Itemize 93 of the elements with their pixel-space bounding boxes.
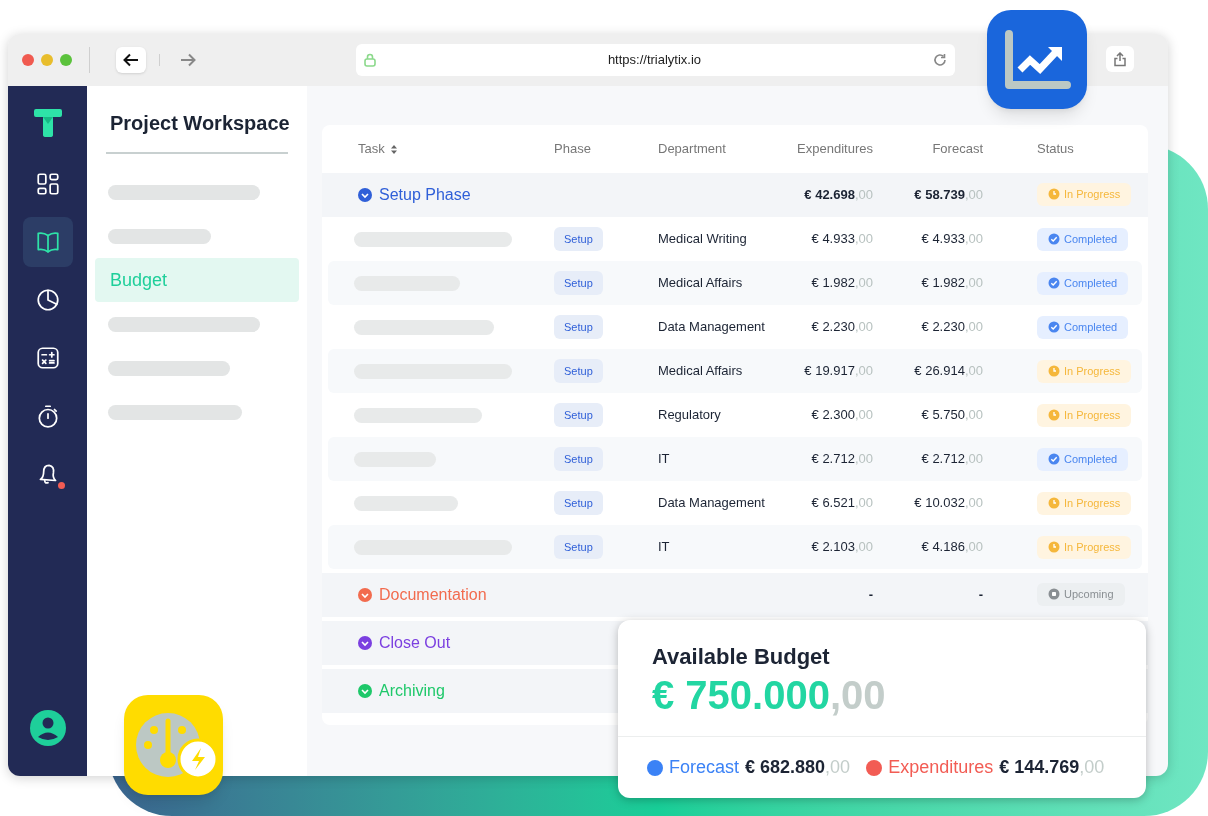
table-cell-text: € 2.300,00 <box>810 406 873 425</box>
table-cell-text: € 58.739,00 <box>913 186 983 205</box>
share-icon <box>1113 51 1127 67</box>
phase-tag: Setup <box>554 270 603 296</box>
legend-label: Expenditures <box>888 756 994 779</box>
budget-title: Available Budget <box>652 643 831 671</box>
table-cell-text: IT <box>658 450 671 469</box>
clock-icon <box>1048 409 1060 421</box>
table-cell-text: € 2.712,00 <box>810 450 873 469</box>
status-text: In Progress <box>1064 539 1121 555</box>
table-cell-text: - <box>867 586 873 605</box>
status-text: In Progress <box>1064 187 1121 202</box>
status-text: In Progress <box>1064 363 1121 379</box>
dashboard-icon <box>34 171 61 197</box>
clock-icon <box>1048 188 1060 201</box>
growth-chart-icon <box>1003 28 1071 91</box>
table-cell-text: € 1.982,00 <box>920 274 983 293</box>
user-avatar-icon[interactable] <box>29 710 66 746</box>
phase-tag: Setup <box>554 226 603 252</box>
phase-tag: Setup <box>554 314 603 340</box>
column-header: Status <box>1037 140 1074 159</box>
check-icon <box>1048 233 1060 245</box>
table-cell-text: - <box>977 586 983 605</box>
clock-icon <box>1048 365 1060 377</box>
table-cell-text: Regulatory <box>658 406 722 425</box>
lock-icon <box>364 53 376 67</box>
chevron-icon[interactable] <box>358 588 372 602</box>
table-cell-text: Medical Writing <box>658 230 748 249</box>
stop-icon <box>1048 588 1060 601</box>
table-cell-text: € 4.933,00 <box>920 230 983 249</box>
table-cell-text: € 1.982,00 <box>810 274 873 293</box>
table-cell-text: € 2.230,00 <box>920 318 983 337</box>
chevron-icon[interactable] <box>358 188 372 202</box>
column-header: Phase <box>554 140 591 159</box>
phase-tag: Setup <box>554 358 603 384</box>
status-text: Completed <box>1064 275 1118 291</box>
clock-icon <box>1048 497 1060 509</box>
table-cell-text: Medical Affairs <box>658 274 744 293</box>
phase-tag: Setup <box>554 534 603 560</box>
table-cell-text: € 4.186,00 <box>920 538 983 557</box>
reload-icon[interactable] <box>933 53 947 67</box>
check-icon <box>1048 321 1060 333</box>
table-cell-text: € 19.917,00 <box>803 362 873 381</box>
table-cell-text: € 2.230,00 <box>810 318 873 337</box>
legend-label: Forecast <box>669 756 740 779</box>
status-text: Completed <box>1064 231 1118 247</box>
close-window-icon[interactable] <box>22 54 34 66</box>
phase-tag: Setup <box>554 402 603 428</box>
status-text: Completed <box>1064 451 1118 467</box>
table-cell-text: Medical Affairs <box>658 362 744 381</box>
table-cell-text: € 2.103,00 <box>810 538 873 557</box>
table-cell-text: € 5.750,00 <box>920 406 983 425</box>
column-header[interactable]: Task <box>358 139 385 159</box>
status-text: Completed <box>1064 319 1118 335</box>
sort-icon[interactable] <box>390 144 397 154</box>
forward-arrow-icon[interactable] <box>180 53 196 67</box>
check-icon <box>1048 453 1060 465</box>
check-icon <box>1048 277 1060 289</box>
budget-amount: € 750.000,00 <box>652 672 887 718</box>
table-cell-text: € 6.521,00 <box>810 494 873 513</box>
column-header: Department <box>658 140 726 159</box>
back-button[interactable] <box>116 47 146 73</box>
share-button[interactable] <box>1106 46 1134 72</box>
column-header: Forecast <box>932 140 983 159</box>
group-title[interactable]: Setup Phase <box>379 183 471 207</box>
phase-tag: Setup <box>554 446 603 472</box>
table-cell-text: € 4.933,00 <box>810 230 873 249</box>
status-text: Upcoming <box>1064 587 1114 602</box>
pie-icon <box>34 287 61 313</box>
calculator-icon <box>34 345 61 371</box>
url-text: https://trialytix.io <box>606 51 703 70</box>
column-header: Expenditures <box>797 140 873 159</box>
table-cell-text: € 42.698,00 <box>803 186 873 205</box>
group-title[interactable]: Documentation <box>379 583 487 607</box>
legend-amount: € 144.769,00 <box>999 756 1105 779</box>
nav-book-button[interactable] <box>22 217 73 267</box>
chevron-icon[interactable] <box>358 636 372 650</box>
workspace-title: Project Workspace <box>110 111 291 136</box>
table-cell-text: Data Management <box>658 494 766 513</box>
phase-tag: Setup <box>554 490 603 516</box>
back-arrow-icon <box>123 53 139 67</box>
book-icon <box>34 229 61 255</box>
status-text: In Progress <box>1064 407 1121 423</box>
status-text: In Progress <box>1064 495 1121 511</box>
clock-icon <box>1048 541 1060 553</box>
legend-amount: € 682.880,00 <box>745 756 851 779</box>
table-cell-text: € 2.712,00 <box>920 450 983 469</box>
table-cell-text: IT <box>658 538 671 557</box>
address-bar[interactable]: https://trialytix.io <box>356 44 955 76</box>
table-cell-text: € 26.914,00 <box>913 362 983 381</box>
group-title[interactable]: Close Out <box>379 631 451 655</box>
table-cell-text: € 10.032,00 <box>913 494 983 513</box>
table-cell-text: Data Management <box>658 318 766 337</box>
